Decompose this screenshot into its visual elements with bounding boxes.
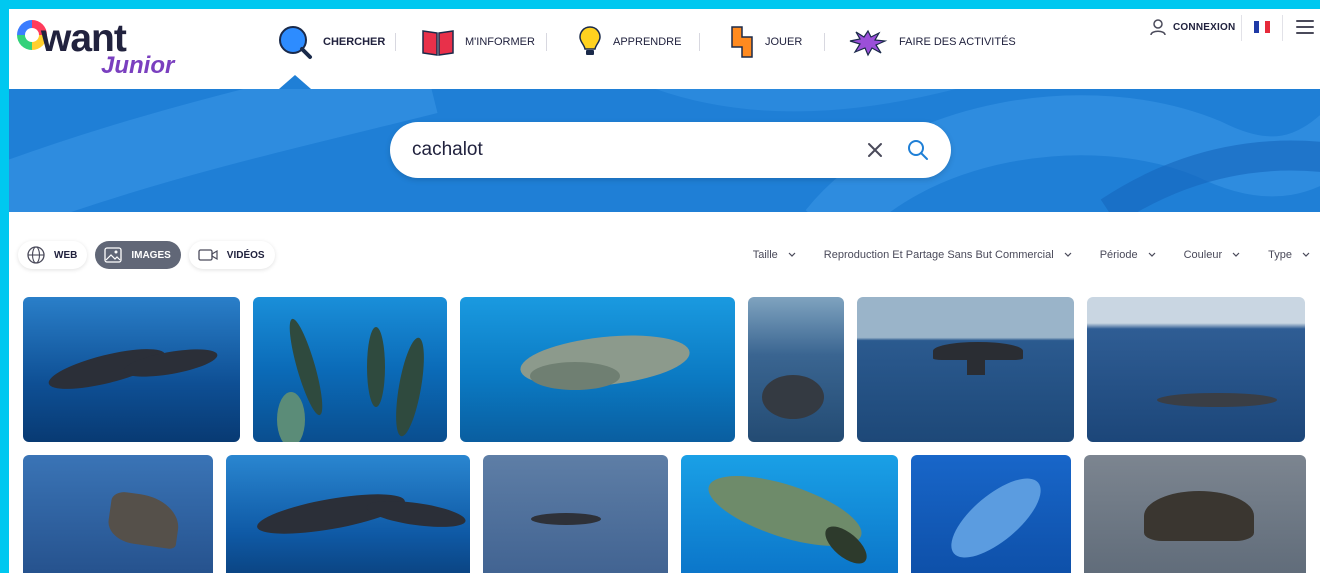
book-icon [422,30,454,56]
image-result[interactable] [857,297,1074,442]
nav-item-label: CHERCHER [323,36,386,48]
nav-divider [699,33,700,51]
search-box [390,122,951,178]
image-result[interactable] [911,455,1071,573]
filter-label: Reproduction Et Partage Sans But Commerc… [823,249,1054,261]
logo-sub-text: Junior [101,52,175,79]
filter-type[interactable]: Type [1268,249,1310,261]
nav-item-label: M'INFORMER [465,36,535,48]
filter-label: Couleur [1183,249,1223,261]
nav-item-apprendre[interactable]: APPRENDRE [577,25,681,59]
filter-period[interactable]: Période [1100,249,1156,261]
nav-item-activites[interactable]: FAIRE DES ACTIVITÉS [847,25,1016,59]
chevron-down-icon [1148,252,1156,257]
tab-images[interactable]: IMAGES [95,241,181,269]
nav-item-label: JOUER [765,36,803,48]
divider [1241,15,1242,41]
image-result[interactable] [226,455,470,573]
video-icon [198,249,218,261]
paint-splash-icon [849,29,888,57]
user-icon [1150,19,1166,36]
chevron-down-icon [1302,252,1310,257]
chevron-down-icon [788,252,796,257]
image-result[interactable] [1087,297,1305,442]
result-type-tabs: WEB IMAGES VIDÉOS [18,241,283,271]
tab-videos[interactable]: VIDÉOS [188,241,275,269]
image-result[interactable] [23,297,240,442]
nav-item-jouer[interactable]: JOUER [729,25,802,59]
tab-web[interactable]: WEB [18,241,88,269]
filter-color[interactable]: Couleur [1184,249,1241,261]
nav-item-minformer[interactable]: M'INFORMER [421,25,535,59]
image-result[interactable] [483,455,668,573]
nav-item-label: FAIRE DES ACTIVITÉS [899,36,1016,48]
filter-size[interactable]: Taille [753,249,796,261]
filter-label: Taille [752,249,778,261]
image-result[interactable] [253,297,447,442]
filter-license[interactable]: Reproduction Et Partage Sans But Commerc… [824,249,1072,261]
nav-item-chercher[interactable]: CHERCHER [277,25,385,59]
image-result[interactable] [1084,455,1306,573]
image-result[interactable] [748,297,844,442]
image-result[interactable] [681,455,898,573]
search-input[interactable] [412,136,852,164]
nav-divider [546,33,547,51]
clear-search-icon[interactable] [864,139,886,161]
chevron-down-icon [1232,252,1240,257]
tab-label: IMAGES [131,249,171,261]
puzzle-icon [731,26,753,58]
image-result[interactable] [460,297,735,442]
filter-label: Période [1099,249,1138,261]
login-button[interactable]: CONNEXION [1149,17,1235,37]
tab-label: VIDÉOS [226,249,265,261]
chevron-down-icon [1064,252,1072,257]
globe-icon [27,246,45,264]
image-result[interactable] [23,455,213,573]
login-label: CONNEXION [1173,21,1236,33]
nav-divider [395,33,396,51]
qwant-junior-logo[interactable]: want Junior [17,17,177,79]
filter-label: Type [1268,249,1292,261]
image-filters: Taille Reproduction Et Partage Sans But … [725,249,1310,261]
tab-label: WEB [54,249,78,261]
divider [1282,15,1283,41]
image-icon [104,247,122,263]
app-frame: want Junior CHERCHER M'INFORMER APPRENDR… [9,9,1320,573]
nav-item-label: APPRENDRE [613,36,682,48]
magnifier-icon [279,26,312,59]
french-flag-icon[interactable] [1254,21,1270,33]
top-navigation: want Junior CHERCHER M'INFORMER APPRENDR… [9,9,1320,89]
search-hero [9,89,1320,212]
lightbulb-icon [579,26,601,55]
active-nav-indicator [279,75,311,89]
search-icon[interactable] [906,138,930,162]
hamburger-menu-icon[interactable] [1296,20,1314,34]
nav-divider [824,33,825,51]
